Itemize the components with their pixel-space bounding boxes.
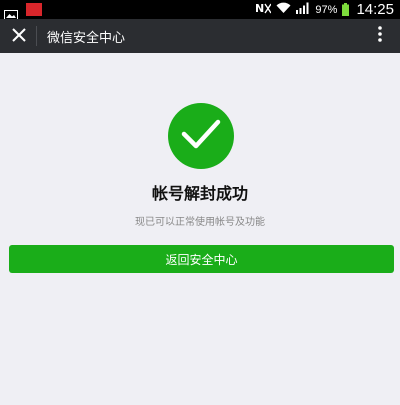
result-title: 帐号解封成功 — [151, 184, 248, 203]
clock: 14:25 — [356, 1, 394, 18]
title-divider — [36, 26, 37, 46]
page-title: 微信安全中心 — [47, 30, 126, 46]
status-notifications — [0, 3, 42, 20]
signal-strength-icon — [296, 1, 310, 19]
image-notification-icon — [4, 5, 18, 20]
close-button[interactable] — [2, 19, 36, 53]
svg-text:N: N — [255, 2, 264, 14]
wifi-icon — [276, 1, 291, 19]
app-bar: 微信安全中心 — [0, 19, 400, 53]
check-circle-icon — [181, 118, 221, 154]
status-bar: N 97% 14:25 — [0, 0, 400, 20]
battery-percent: 97% — [315, 3, 338, 16]
status-indicators: N 97% 14:25 — [255, 1, 400, 19]
battery-icon — [342, 3, 350, 16]
news-app-notification-icon — [26, 3, 42, 16]
success-badge — [168, 103, 234, 169]
nfc-icon: N — [255, 1, 273, 19]
return-security-center-button[interactable]: 返回安全中心 — [9, 245, 394, 273]
result-description: 现已可以正常使用帐号及功能 — [135, 217, 265, 228]
more-vertical-icon — [378, 26, 382, 46]
more-menu-button[interactable] — [366, 19, 394, 53]
close-icon — [12, 27, 26, 46]
